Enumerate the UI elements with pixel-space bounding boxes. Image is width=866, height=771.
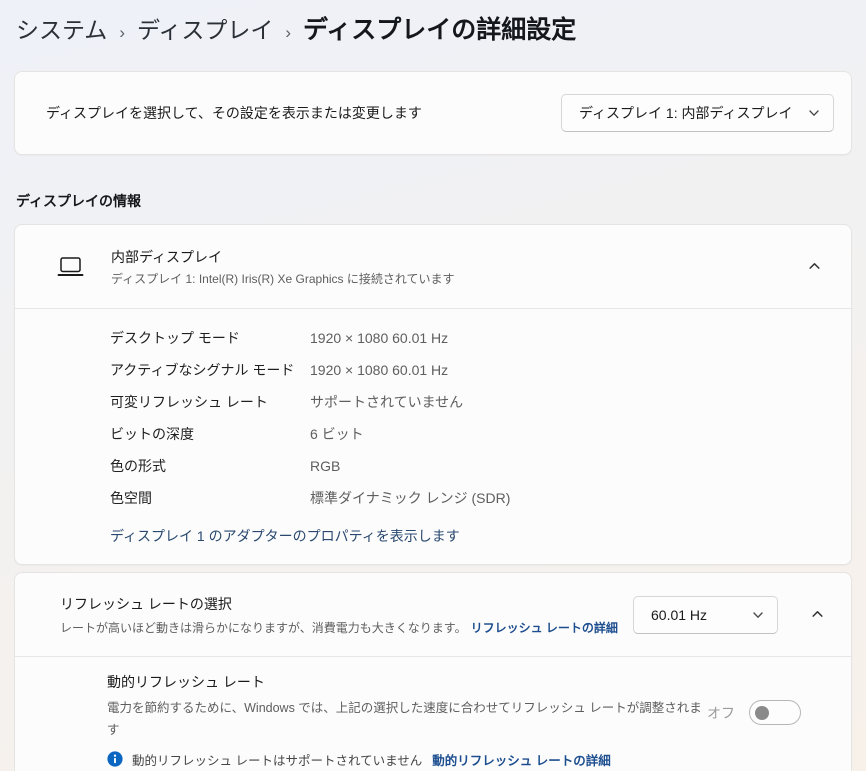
- detail-label: ビットの深度: [110, 424, 310, 444]
- dynamic-refresh-row: 動的リフレッシュ レート 電力を節約するために、Windows では、上記の選択…: [15, 657, 851, 771]
- display-info-collapse-button[interactable]: [797, 250, 831, 284]
- adapter-properties-link[interactable]: ディスプレイ 1 のアダプターのプロパティを表示します: [110, 526, 460, 546]
- detail-value: 1920 × 1080 60.01 Hz: [310, 330, 448, 346]
- detail-value: RGB: [310, 458, 340, 474]
- display-info-card: 内部ディスプレイ ディスプレイ 1: Intel(R) Iris(R) Xe G…: [14, 224, 852, 565]
- detail-value: サポートされていません: [310, 392, 463, 412]
- detail-label: デスクトップ モード: [110, 328, 310, 348]
- detail-label: 色空間: [110, 488, 310, 508]
- table-row: 色空間 標準ダイナミック レンジ (SDR): [110, 482, 821, 514]
- display-info-section-title: ディスプレイの情報: [16, 191, 852, 211]
- page-title: ディスプレイの詳細設定: [303, 10, 576, 46]
- display-select-dropdown[interactable]: ディスプレイ 1: 内部ディスプレイ: [561, 94, 834, 132]
- detail-label: 可変リフレッシュ レート: [110, 392, 310, 412]
- detail-value: 標準ダイナミック レンジ (SDR): [310, 488, 510, 508]
- table-row: デスクトップ モード 1920 × 1080 60.01 Hz: [110, 322, 821, 354]
- display-select-card: ディスプレイを選択して、その設定を表示または変更します ディスプレイ 1: 内部…: [14, 71, 852, 155]
- dynamic-refresh-learn-more-link[interactable]: 動的リフレッシュ レートの詳細: [432, 750, 610, 769]
- refresh-rate-collapse-button[interactable]: [800, 598, 834, 632]
- table-row: アクティブなシグナル モード 1920 × 1080 60.01 Hz: [110, 354, 821, 386]
- toggle-state-label: オフ: [707, 703, 735, 723]
- dynamic-refresh-info-line: 動的リフレッシュ レートはサポートされていません 動的リフレッシュ レートの詳細: [107, 750, 707, 769]
- display-select-dropdown-value: ディスプレイ 1: 内部ディスプレイ: [579, 103, 793, 123]
- refresh-rate-card: リフレッシュ レートの選択 レートが高いほど動きは滑らかになりますが、消費電力も…: [14, 572, 852, 771]
- advanced-display-settings-page: システム › ディスプレイ › ディスプレイの詳細設定 ディスプレイを選択して、…: [0, 0, 866, 771]
- display-info-subtitle: ディスプレイ 1: Intel(R) Iris(R) Xe Graphics に…: [111, 270, 797, 287]
- chevron-up-icon: [808, 260, 821, 273]
- table-row: 色の形式 RGB: [110, 450, 821, 482]
- info-icon: [107, 751, 123, 767]
- dynamic-refresh-info-text: 動的リフレッシュ レートはサポートされていません: [132, 750, 422, 769]
- display-info-expander-header[interactable]: 内部ディスプレイ ディスプレイ 1: Intel(R) Iris(R) Xe G…: [15, 225, 851, 308]
- breadcrumb-system[interactable]: システム: [16, 11, 107, 45]
- display-select-label: ディスプレイを選択して、その設定を表示または変更します: [46, 103, 422, 123]
- toggle-knob: [755, 706, 769, 720]
- chevron-up-icon: [811, 608, 824, 621]
- refresh-rate-controls: 60.01 Hz: [633, 596, 834, 634]
- refresh-rate-title: リフレッシュ レートの選択: [60, 594, 633, 614]
- refresh-rate-dropdown-value: 60.01 Hz: [651, 607, 707, 623]
- detail-value: 6 ビット: [310, 424, 364, 444]
- breadcrumb: システム › ディスプレイ › ディスプレイの詳細設定: [14, 10, 852, 46]
- refresh-rate-header: リフレッシュ レートの選択 レートが高いほど動きは滑らかになりますが、消費電力も…: [15, 573, 851, 656]
- table-row: ビットの深度 6 ビット: [110, 418, 821, 450]
- table-row: 可変リフレッシュ レート サポートされていません: [110, 386, 821, 418]
- detail-label: 色の形式: [110, 456, 310, 476]
- refresh-rate-description-text: レートが高いほど動きは滑らかになりますが、消費電力も大きくなります。: [60, 621, 467, 635]
- display-detail-rows: デスクトップ モード 1920 × 1080 60.01 Hz アクティブなシグ…: [15, 309, 851, 564]
- breadcrumb-display[interactable]: ディスプレイ: [137, 11, 273, 45]
- dynamic-refresh-description: 電力を節約するために、Windows では、上記の選択した速度に合わせてリフレッ…: [107, 698, 707, 742]
- dynamic-refresh-title: 動的リフレッシュ レート: [107, 672, 707, 692]
- dynamic-refresh-texts: 動的リフレッシュ レート 電力を節約するために、Windows では、上記の選択…: [107, 672, 707, 769]
- refresh-rate-description: レートが高いほど動きは滑らかになりますが、消費電力も大きくなります。リフレッシュ…: [60, 619, 633, 636]
- detail-value: 1920 × 1080 60.01 Hz: [310, 362, 448, 378]
- refresh-rate-dropdown[interactable]: 60.01 Hz: [633, 596, 778, 634]
- detail-label: アクティブなシグナル モード: [110, 360, 310, 380]
- breadcrumb-separator-icon: ›: [119, 23, 125, 43]
- display-info-title: 内部ディスプレイ: [111, 247, 797, 267]
- dynamic-refresh-toggle-group: オフ: [707, 700, 801, 725]
- refresh-rate-learn-more-link[interactable]: リフレッシュ レートの詳細: [471, 621, 618, 635]
- breadcrumb-separator-icon: ›: [285, 23, 291, 43]
- dynamic-refresh-toggle[interactable]: [749, 700, 801, 725]
- chevron-down-icon: [808, 107, 820, 119]
- refresh-rate-texts: リフレッシュ レートの選択 レートが高いほど動きは滑らかになりますが、消費電力も…: [60, 594, 633, 636]
- display-info-header-titles: 内部ディスプレイ ディスプレイ 1: Intel(R) Iris(R) Xe G…: [111, 247, 797, 287]
- chevron-down-icon: [752, 609, 764, 621]
- laptop-icon: [57, 256, 84, 278]
